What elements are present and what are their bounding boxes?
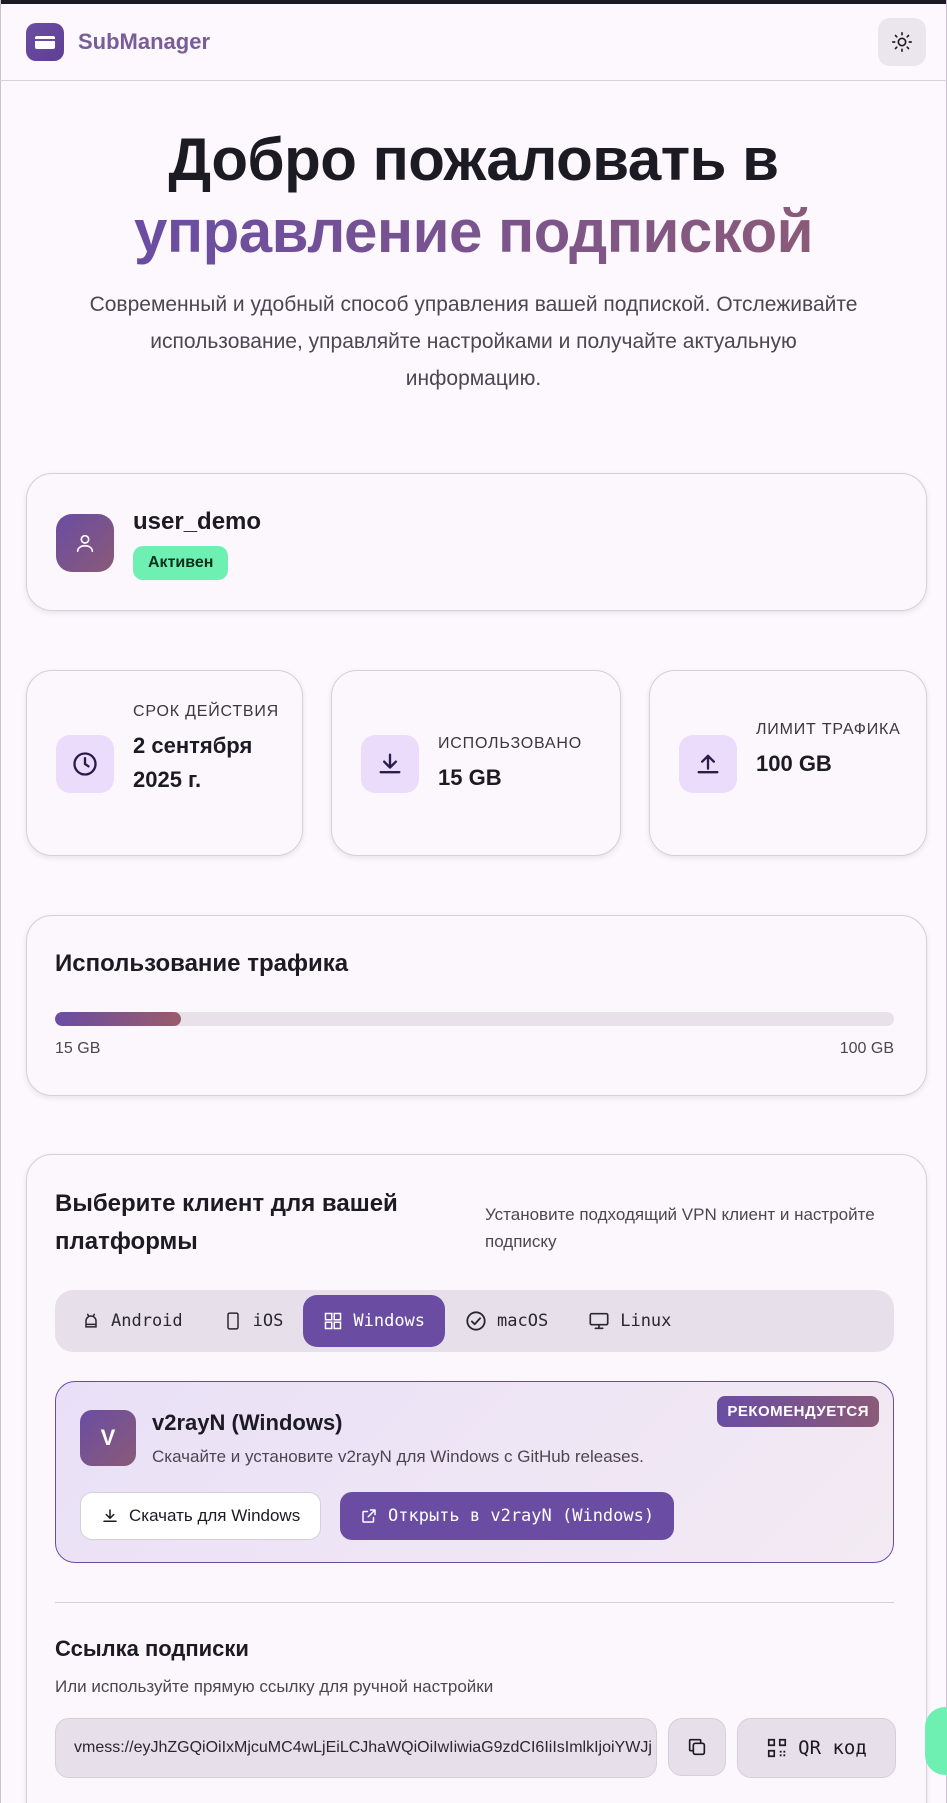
traffic-used-label: 15 GB <box>55 1040 101 1057</box>
user-avatar <box>56 514 114 572</box>
recommended-badge: РЕКОМЕНДУЕТСЯ <box>717 1396 879 1427</box>
stat-card-expiry: Срок действия 2 сентября 2025 г. <box>26 670 303 856</box>
theme-toggle-button[interactable] <box>878 18 926 66</box>
app-header: SubManager <box>0 4 947 81</box>
traffic-progress-bar <box>55 1012 894 1026</box>
user-icon <box>76 534 94 553</box>
subscription-link-input[interactable]: vmess://eyJhZGQiOiIxMjcuMC4wLjEiLCJhaWQi… <box>55 1718 657 1778</box>
client-logo: V <box>80 1410 136 1466</box>
stat-label: Лимит трафика <box>756 721 901 738</box>
traffic-limit-label: 100 GB <box>839 1040 894 1057</box>
sun-icon <box>892 32 912 52</box>
client-card-v2rayn: V РЕКОМЕНДУЕТСЯ v2rayN (Windows) Скачайт… <box>55 1381 894 1563</box>
android-icon <box>85 1313 97 1328</box>
tab-label: Android <box>111 1311 183 1331</box>
qr-code-icon <box>768 1738 787 1758</box>
stat-value: 2 сентября 2025 г. <box>133 733 253 792</box>
tab-label: Windows <box>353 1311 426 1331</box>
stat-card-used: Использовано 15 GB <box>331 670 621 856</box>
qr-code-button[interactable]: QR код <box>737 1718 896 1778</box>
stat-value: 15 GB <box>438 765 502 790</box>
copy-icon <box>688 1738 706 1756</box>
traffic-title: Использование трафика <box>55 950 349 977</box>
clients-description: Установите подходящий VPN клиент и настр… <box>485 1205 875 1251</box>
windows-icon <box>325 1312 342 1330</box>
traffic-progress-fill <box>55 1012 181 1026</box>
clock-icon <box>73 752 97 776</box>
button-label: Скачать для Windows <box>129 1506 301 1525</box>
subscription-link-title: Ссылка подписки <box>55 1636 249 1661</box>
card-icon[interactable] <box>26 23 64 61</box>
button-label: Открыть в v2rayN (Windows) <box>388 1506 655 1526</box>
tab-macos[interactable]: macOS <box>445 1295 568 1347</box>
open-in-app-button[interactable]: Открыть в v2rayN (Windows) <box>340 1492 675 1540</box>
tab-label: iOS <box>252 1311 284 1331</box>
tab-label: macOS <box>497 1311 549 1331</box>
download-windows-button[interactable]: Скачать для Windows <box>80 1492 322 1540</box>
upload-icon-tile <box>679 735 737 793</box>
tab-linux[interactable]: Linux <box>568 1295 691 1347</box>
download-icon <box>379 753 401 774</box>
phone-icon <box>226 1312 239 1330</box>
button-label: QR код <box>798 1737 867 1759</box>
clients-card: Выберите клиент для вашей платформы Уста… <box>26 1154 927 1803</box>
external-link-icon <box>362 1509 376 1523</box>
stat-value: 100 GB <box>756 751 832 776</box>
window-left-border <box>0 0 1 1803</box>
traffic-card: Использование трафика 15 GB 100 GB <box>26 915 927 1096</box>
stat-label: Использовано <box>438 735 582 752</box>
username: user_demo <box>133 508 262 535</box>
tab-windows[interactable]: Windows <box>303 1295 446 1347</box>
hero-title: Добро пожаловать в управление подпиской <box>0 124 947 268</box>
upload-icon <box>697 754 719 774</box>
status-badge: Активен <box>133 546 229 580</box>
clock-icon-tile <box>56 735 114 793</box>
subscription-link-description: Или используйте прямую ссылку для ручной… <box>55 1677 494 1696</box>
floating-action-button[interactable] <box>925 1707 947 1775</box>
monitor-icon <box>589 1312 609 1330</box>
apple-icon <box>466 1311 486 1331</box>
copy-link-button[interactable] <box>668 1718 726 1776</box>
hero-subtitle: Современный и удобный способ управления … <box>89 293 858 390</box>
tab-ios[interactable]: iOS <box>203 1295 304 1347</box>
tab-label: Linux <box>620 1311 672 1331</box>
client-description: Скачайте и установите v2rayN для Windows… <box>152 1447 644 1466</box>
user-card: user_demo Активен <box>26 473 927 611</box>
stat-label: Срок действия <box>133 703 280 720</box>
hero-title-line1: Добро пожаловать в <box>168 126 779 193</box>
clients-title: Выберите клиент для вашей платформы <box>55 1190 398 1255</box>
brand-name[interactable]: SubManager <box>78 29 210 55</box>
platform-tabs: Android iOS Windows macOS Linux <box>55 1290 894 1352</box>
hero-title-line2: управление подпиской <box>134 196 814 268</box>
download-icon-tile <box>361 735 419 793</box>
stat-card-limit: Лимит трафика 100 GB <box>649 670 927 856</box>
client-name: v2rayN (Windows) <box>152 1410 343 1435</box>
download-icon <box>103 1509 117 1522</box>
tab-android[interactable]: Android <box>61 1295 203 1347</box>
section-divider <box>55 1602 894 1603</box>
